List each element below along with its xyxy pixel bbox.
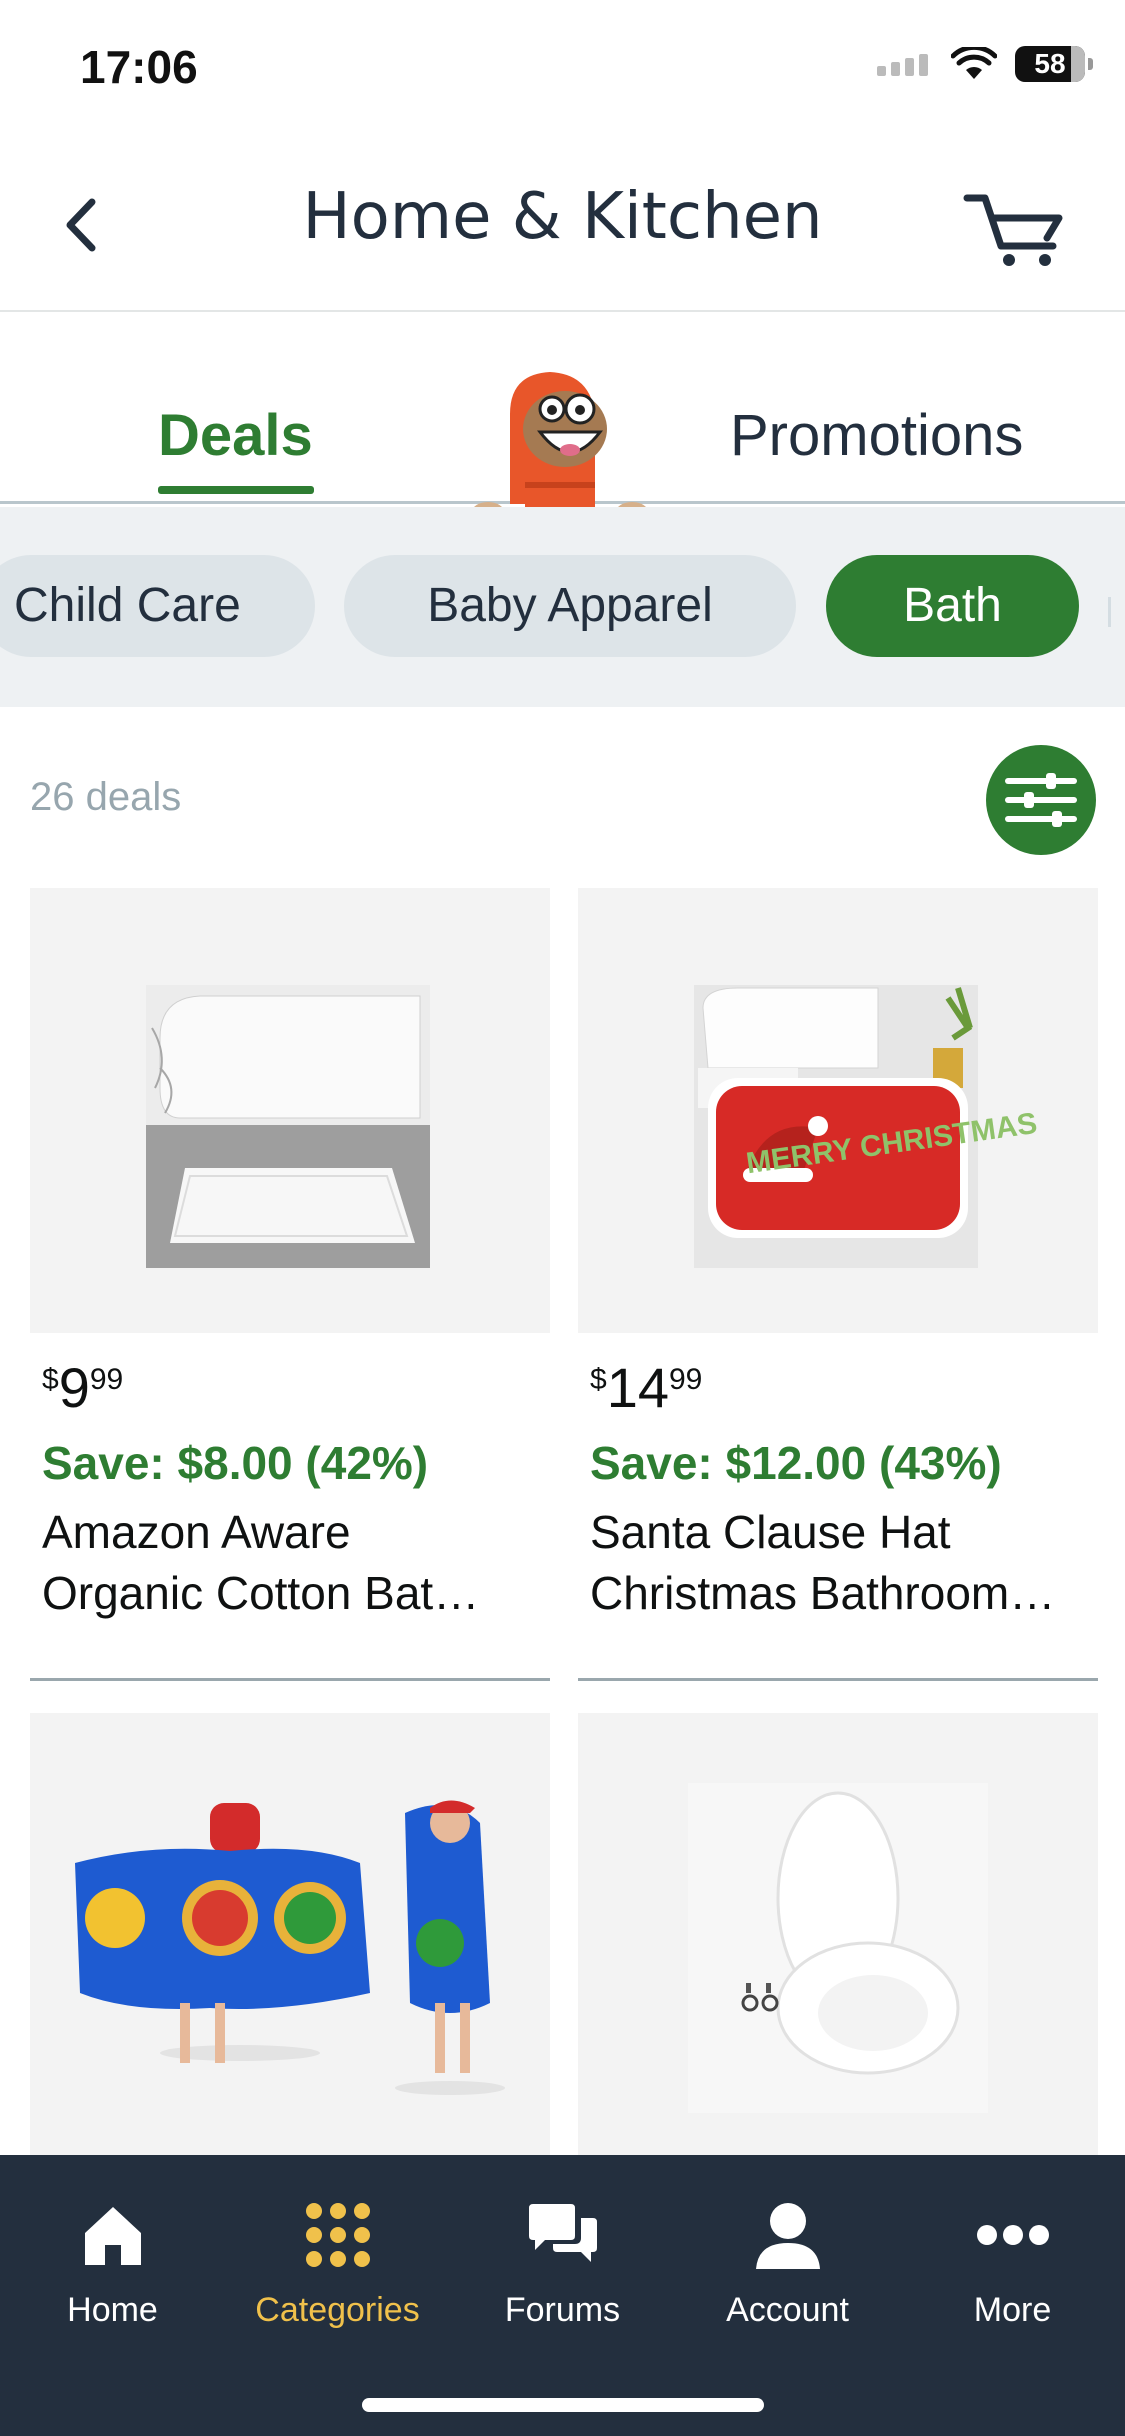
chip-bath[interactable]: Bath [826, 555, 1079, 657]
product-image-bath-mat[interactable] [30, 888, 550, 1333]
chip-baby-apparel[interactable]: Baby Apparel [344, 555, 796, 657]
tab-account-label: Account [726, 2291, 849, 2329]
signal-icon [877, 54, 928, 76]
product-card[interactable] [578, 1713, 1098, 2158]
tab-more[interactable]: More [900, 2195, 1125, 2330]
bottom-tab-bar: Home Categories Forums Account More [0, 2155, 1125, 2436]
tab-more-label: More [973, 2291, 1052, 2329]
deals-promotions-tabs: Deals Promotions [0, 314, 1125, 522]
product-image-christmas-rug[interactable]: MERRY CHRISTMAS [578, 888, 1098, 1333]
person-icon [755, 2203, 820, 2269]
product-card[interactable] [30, 1713, 550, 2158]
product-card[interactable]: $999 Save: $8.00 (42%) Amazon Aware Orga… [30, 888, 550, 1624]
nav-bar: Home & Kitchen [0, 140, 1125, 312]
christmas-rug-image: MERRY CHRISTMAS [694, 985, 1039, 1268]
wifi-icon [951, 47, 997, 79]
tab-categories[interactable]: Categories [225, 2195, 450, 2330]
toilet-seat-image [688, 1783, 988, 2113]
cart-icon[interactable] [963, 188, 1073, 268]
grid-icon [305, 2203, 370, 2267]
tab-deals-indicator [158, 486, 314, 494]
tab-forums-label: Forums [504, 2291, 621, 2329]
product-title[interactable]: Amazon Aware Organic Cotton Bat… [42, 1502, 542, 1624]
status-icons: 58 [877, 46, 1093, 82]
home-icon [84, 2207, 141, 2265]
product-price: $1499 [590, 1355, 1098, 1420]
battery-level: 58 [1034, 48, 1066, 79]
product-title-line-1: Amazon Aware [42, 1506, 351, 1558]
status-bar: 17:06 58 [0, 0, 1125, 140]
status-time: 17:06 [80, 41, 198, 93]
chat-bubbles-icon [528, 2204, 597, 2262]
product-title-line-2: Christmas Bathroom… [590, 1567, 1056, 1619]
price-whole: 9 [58, 1356, 90, 1419]
product-card[interactable]: MERRY CHRISTMAS $1499 Save: $12.00 (43%)… [578, 888, 1098, 1624]
chip-child-care[interactable]: Child Care [0, 555, 315, 657]
product-title[interactable]: Santa Clause Hat Christmas Bathroom… [590, 1502, 1090, 1624]
tab-deals[interactable]: Deals [158, 402, 313, 469]
price-fraction: 99 [89, 1363, 124, 1396]
mario-towel-image [75, 1800, 505, 2095]
price-currency: $ [42, 1363, 59, 1396]
product-image-mario-towel[interactable] [30, 1713, 550, 2158]
page-title: Home & Kitchen [302, 180, 823, 254]
card-divider [30, 1678, 550, 1681]
tab-home-label: Home [67, 2291, 158, 2329]
bath-mat-image [146, 985, 430, 1268]
tab-promotions[interactable]: Promotions [730, 402, 1023, 469]
category-chips: Child Care Baby Apparel Bath [0, 507, 1125, 707]
filter-button[interactable] [986, 745, 1096, 855]
battery-icon: 58 [1015, 46, 1093, 82]
monkey-mascot-icon [472, 372, 648, 522]
product-price: $999 [42, 1355, 550, 1420]
price-fraction: 99 [668, 1363, 703, 1396]
product-title-line-1: Santa Clause Hat [590, 1506, 951, 1558]
product-title-line-2: Organic Cotton Bat… [42, 1567, 480, 1619]
deals-count: 26 deals [30, 775, 182, 819]
product-image-toilet-seat[interactable] [578, 1713, 1098, 2158]
price-whole: 14 [606, 1356, 669, 1419]
more-dots-icon [976, 2225, 1049, 2245]
product-savings: Save: $8.00 (42%) [42, 1437, 429, 1489]
home-indicator[interactable] [362, 2398, 764, 2412]
tab-account[interactable]: Account [675, 2195, 900, 2330]
filter-sliders-icon [1005, 773, 1077, 827]
tab-categories-label: Categories [255, 2291, 420, 2329]
price-currency: $ [590, 1363, 607, 1396]
tab-home[interactable]: Home [0, 2195, 225, 2330]
tab-forums[interactable]: Forums [450, 2195, 675, 2330]
product-savings: Save: $12.00 (43%) [590, 1437, 1002, 1489]
card-divider [578, 1678, 1098, 1681]
chip-overflow-hint [1108, 597, 1111, 627]
